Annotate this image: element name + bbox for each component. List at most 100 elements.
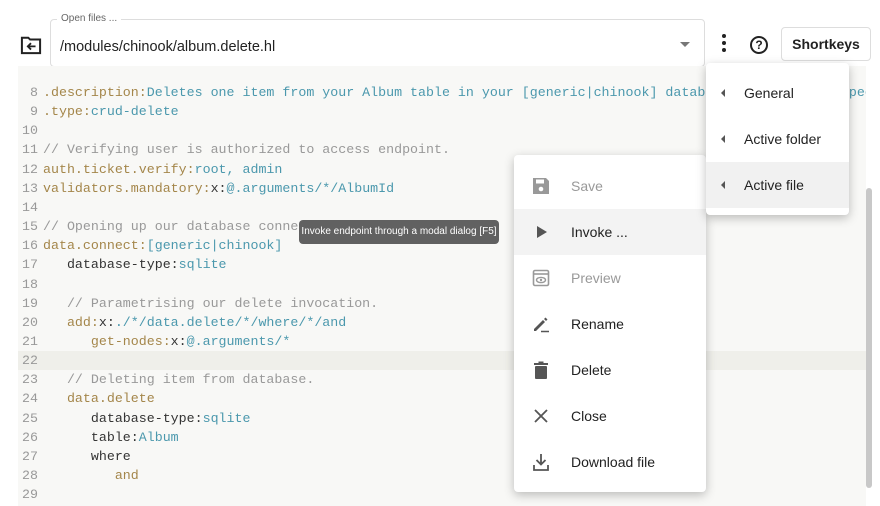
code-token: get-nodes: [43, 333, 171, 349]
code-token: x: [210, 180, 227, 196]
more-vert-icon[interactable] [718, 34, 730, 56]
scrollbar[interactable] [866, 188, 872, 488]
code-token: data.connect: [43, 238, 147, 254]
code-line[interactable]: 20 add:x:./*/data.delete/*/where/*/and [18, 313, 866, 332]
line-number: 29 [22, 487, 38, 503]
code-token: data.delete [43, 391, 155, 407]
code-token: x: [170, 333, 187, 349]
shortkeys-submenu: General Active folder Active file [706, 63, 849, 215]
save-icon [531, 176, 551, 196]
open-files-select[interactable]: Open files ... /modules/chinook/album.de… [50, 13, 705, 67]
caret-left-icon [721, 181, 725, 189]
menu-item-label: Invoke ... [571, 224, 628, 240]
line-number: 14 [22, 199, 38, 215]
code-token: sqlite [178, 257, 227, 273]
line-number: 27 [22, 448, 38, 464]
line-number: 15 [22, 219, 38, 235]
caret-left-icon [721, 89, 725, 97]
menu-item-label: Rename [571, 316, 624, 332]
menu-item-label: Save [571, 178, 603, 194]
help-icon[interactable]: ? [750, 36, 768, 54]
line-number: 18 [22, 276, 38, 292]
menu-item-save[interactable]: Save [514, 163, 706, 209]
download-icon [531, 452, 551, 472]
line-number: 10 [22, 123, 38, 139]
code-token: auth.ticket.verify: [43, 161, 195, 177]
open-files-label: Open files ... [57, 13, 122, 24]
line-number: 8 [30, 85, 38, 100]
submenu-item-label: General [744, 85, 794, 101]
file-context-menu: Save Invoke ... Preview Rename Delete Close Do… [514, 155, 706, 492]
line-number: 22 [22, 353, 38, 369]
line-number: 28 [22, 468, 38, 483]
code-token: table: [43, 429, 139, 445]
code-token: database-type: [43, 410, 203, 426]
code-token: root, admin [194, 161, 283, 177]
menu-item-close[interactable]: Close [514, 393, 706, 439]
open-file-value: /modules/chinook/album.delete.hl [60, 39, 276, 55]
menu-item-delete[interactable]: Delete [514, 347, 706, 393]
line-number: 17 [22, 257, 38, 273]
submenu-item-label: Active file [744, 177, 804, 193]
line-number: 13 [22, 180, 38, 196]
code-token: where [43, 448, 131, 464]
line-number: 23 [22, 372, 38, 388]
line-number: 16 [22, 238, 38, 254]
code-token: @.arguments/*/AlbumId [226, 180, 395, 196]
line-number: 21 [22, 333, 38, 349]
code-token: // Verifying user is authorized to acces… [43, 142, 450, 158]
code-line[interactable]: 17 database-type:sqlite [18, 255, 866, 274]
code-line[interactable]: 25 database-type:sqlite [18, 409, 866, 428]
code-token: // Deleting item from database. [43, 372, 315, 388]
chevron-down-icon [680, 42, 690, 47]
menu-item-invoke[interactable]: Invoke ... [514, 209, 706, 255]
toolbar: Open files ... /modules/chinook/album.de… [0, 0, 880, 67]
code-token: Album [138, 429, 179, 445]
menu-item-rename[interactable]: Rename [514, 301, 706, 347]
code-line[interactable]: 18 [18, 275, 866, 294]
code-line[interactable]: 19 // Parametrising our delete invocatio… [18, 294, 866, 313]
menu-item-preview[interactable]: Preview [514, 255, 706, 301]
code-line[interactable]: 23 // Deleting item from database. [18, 370, 866, 389]
code-line[interactable]: 28 and [18, 466, 866, 485]
tooltip: Invoke endpoint through a modal dialog [… [299, 220, 499, 244]
line-number: 26 [22, 429, 38, 445]
code-token: crud-delete [90, 104, 179, 120]
submenu-item-active-file[interactable]: Active file [706, 162, 849, 208]
code-token: .description: [43, 85, 147, 100]
preview-icon [531, 268, 551, 288]
folder-back-icon[interactable] [20, 35, 42, 55]
line-number: 24 [22, 391, 38, 407]
menu-item-label: Preview [571, 270, 621, 286]
code-token: // Parametrising our delete invocation. [43, 295, 379, 311]
submenu-item-general[interactable]: General [706, 70, 849, 116]
submenu-item-active-folder[interactable]: Active folder [706, 116, 849, 162]
code-line[interactable]: 26 table:Album [18, 428, 866, 447]
code-line[interactable]: 29 [18, 485, 866, 504]
line-number: 9 [30, 104, 38, 120]
caret-left-icon [721, 135, 725, 143]
line-number: 25 [22, 410, 38, 426]
code-token: validators.mandatory: [43, 180, 211, 196]
code-line[interactable]: 21 get-nodes:x:@.arguments/* [18, 332, 866, 351]
code-token: @.arguments/* [186, 333, 291, 349]
code-line[interactable]: 27 where [18, 447, 866, 466]
code-token: and [43, 468, 139, 483]
menu-item-label: Download file [571, 454, 656, 470]
code-token: x: [98, 314, 115, 330]
code-token: add: [43, 314, 99, 330]
code-token: ./*/data.delete/*/where/*/and [114, 314, 347, 330]
code-line[interactable]: 22 [18, 351, 866, 371]
line-number: 20 [22, 314, 38, 330]
code-token: sqlite [202, 410, 251, 426]
submenu-item-label: Active folder [744, 131, 822, 147]
delete-icon [531, 360, 551, 380]
code-token: database-type: [43, 257, 179, 273]
menu-item-download-file[interactable]: Download file [514, 439, 706, 485]
code-line[interactable]: 24 data.delete [18, 389, 866, 408]
menu-item-label: Close [571, 408, 607, 424]
line-number: 19 [22, 295, 38, 311]
shortkeys-button[interactable]: Shortkeys [781, 27, 871, 61]
line-number: 11 [22, 142, 38, 158]
code-token: .type: [43, 104, 91, 120]
